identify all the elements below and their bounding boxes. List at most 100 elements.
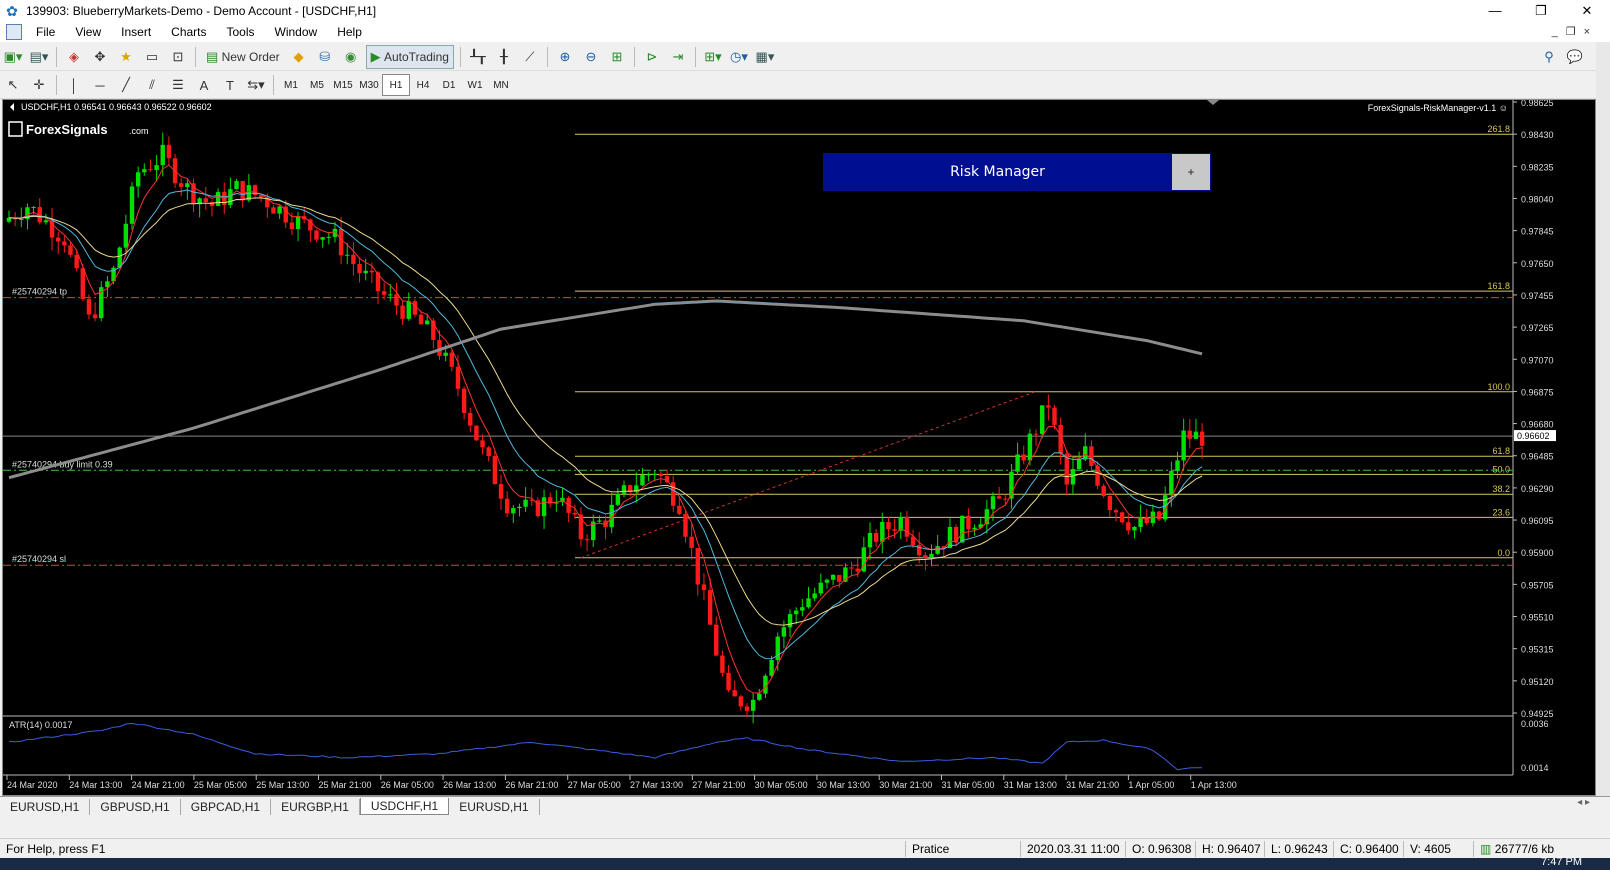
- new-order-button[interactable]: ▤ New Order: [202, 46, 284, 68]
- price-tick-label: 0.95705: [1521, 580, 1554, 590]
- tab-gbpcad-h1[interactable]: GBPCAD,H1: [181, 799, 272, 815]
- tab-gbpusd-h1[interactable]: GBPUSD,H1: [90, 799, 181, 815]
- tab-usdchf-h1[interactable]: USDCHF,H1: [359, 798, 450, 815]
- logo-text: ForexSignals: [26, 122, 108, 137]
- candle-body: [1193, 431, 1199, 439]
- candle-body: [1101, 485, 1106, 497]
- toolbar-separator: [273, 75, 274, 95]
- chart-window[interactable]: 0.98625 0.98430 0.98235 0.98040 0.97845 0.976…: [2, 99, 1596, 796]
- periods-button[interactable]: ◷▾: [728, 46, 750, 68]
- tabs-scroll-arrows[interactable]: ◂ ▸: [1577, 797, 1590, 808]
- risk-manager-panel[interactable]: Risk Manager +: [823, 153, 1211, 191]
- mql5-market-button[interactable]: ⛁: [314, 46, 336, 68]
- arrows-button[interactable]: ⇆▾: [245, 74, 267, 96]
- autotrading-button[interactable]: ▶ AutoTrading: [365, 45, 454, 69]
- tile-icon: ⊞: [611, 49, 623, 64]
- metaeditor-button[interactable]: ◆: [288, 46, 310, 68]
- time-tick-label: 24 Mar 2020: [7, 780, 58, 790]
- tile-windows-button[interactable]: ⊞: [606, 46, 628, 68]
- candle-body: [351, 254, 356, 264]
- market-watch-button[interactable]: ◈: [63, 46, 85, 68]
- price-tick-label: 0.97845: [1521, 227, 1554, 237]
- chart-shift-icon: ⊳: [646, 49, 658, 64]
- chat-button[interactable]: 💬: [1564, 46, 1586, 68]
- zoom-in-button[interactable]: ⊕: [554, 46, 576, 68]
- new-chart-button[interactable]: ▣▾: [2, 46, 24, 68]
- menu-charts[interactable]: Charts: [161, 25, 216, 39]
- data-window-button[interactable]: ✥: [89, 46, 111, 68]
- maximize-button[interactable]: ❐: [1518, 0, 1564, 22]
- order-line-label: #25740294 tp: [12, 287, 67, 297]
- text-tool-button[interactable]: A: [193, 74, 215, 96]
- indicators-button[interactable]: ⊞▾: [702, 46, 724, 68]
- candle-body: [867, 532, 873, 548]
- timeframe-h1[interactable]: H1: [382, 74, 410, 96]
- document-icon[interactable]: [6, 24, 22, 40]
- zoom-out-icon: ⊖: [585, 49, 597, 64]
- candle-body: [714, 624, 719, 656]
- templates-button[interactable]: ▦▾: [754, 46, 776, 68]
- timeframe-mn[interactable]: MN: [488, 75, 514, 95]
- menu-tools[interactable]: Tools: [217, 25, 265, 39]
- chart-canvas[interactable]: 0.98625 0.98430 0.98235 0.98040 0.97845 0.976…: [3, 100, 1595, 795]
- timeframe-m15[interactable]: M15: [330, 75, 356, 95]
- candle-body: [677, 505, 682, 514]
- horizontal-line-button[interactable]: ─: [89, 74, 111, 96]
- candle-body: [658, 473, 664, 477]
- candlestick-button[interactable]: ╂: [493, 46, 515, 68]
- menu-window[interactable]: Window: [265, 25, 328, 39]
- toolbar-separator: [56, 47, 57, 67]
- signals-button[interactable]: ◉: [340, 46, 362, 68]
- navigator-button[interactable]: ★: [115, 46, 137, 68]
- vertical-line-button[interactable]: │: [63, 74, 85, 96]
- profiles-button[interactable]: ▤▾: [28, 46, 50, 68]
- candle-body: [738, 696, 744, 707]
- risk-manager-title[interactable]: Risk Manager: [823, 164, 1172, 180]
- crosshair-tool-button[interactable]: ✛: [28, 74, 50, 96]
- candle-body: [363, 270, 368, 274]
- menu-insert[interactable]: Insert: [111, 25, 161, 39]
- timeframe-d1[interactable]: D1: [436, 75, 462, 95]
- candle-body: [849, 567, 854, 569]
- timeframe-w1[interactable]: W1: [462, 75, 488, 95]
- mdi-close-button[interactable]: ×: [1584, 22, 1590, 42]
- minimize-button[interactable]: —: [1472, 0, 1518, 22]
- text-label-button[interactable]: T: [219, 74, 241, 96]
- chart-shift-button[interactable]: ⊳: [641, 46, 663, 68]
- mdi-minimize-button[interactable]: _: [1552, 22, 1558, 42]
- candle-body: [449, 352, 454, 367]
- candle-body: [474, 425, 479, 441]
- timeframe-m30[interactable]: M30: [356, 75, 382, 95]
- menu-help[interactable]: Help: [327, 25, 372, 39]
- tab-eurusd-h1[interactable]: EURUSD,H1: [0, 799, 91, 815]
- channel-button[interactable]: ⫽: [141, 74, 163, 96]
- toolbar-separator: [195, 47, 196, 67]
- line-chart-button[interactable]: ⟋: [519, 46, 541, 68]
- bar-chart-button[interactable]: ┸┰: [467, 46, 489, 68]
- candle-body: [123, 223, 129, 248]
- price-tick-label: 0.95510: [1521, 613, 1554, 623]
- trendline-button[interactable]: ╱: [115, 74, 137, 96]
- mdi-restore-button[interactable]: ❐: [1566, 22, 1576, 42]
- cursor-tool-button[interactable]: ↖: [2, 74, 24, 96]
- ma-medium-line: [8, 189, 1203, 660]
- search-button[interactable]: ⚲: [1538, 46, 1560, 68]
- candle-body: [43, 220, 49, 223]
- vertical-scrollbar[interactable]: [1596, 42, 1610, 812]
- terminal-button[interactable]: ▭: [141, 46, 163, 68]
- autoscroll-button[interactable]: ⇥: [667, 46, 689, 68]
- close-button[interactable]: ✕: [1564, 0, 1610, 22]
- menu-file[interactable]: File: [26, 25, 65, 39]
- tab-eurusd-h1-2[interactable]: EURUSD,H1: [449, 799, 540, 815]
- tab-eurgbp-h1[interactable]: EURGBP,H1: [271, 799, 360, 815]
- risk-manager-expand-button[interactable]: +: [1172, 154, 1210, 190]
- fibonacci-button[interactable]: ☰: [167, 74, 189, 96]
- strategy-tester-button[interactable]: ⊡: [167, 46, 189, 68]
- zoom-out-button[interactable]: ⊖: [580, 46, 602, 68]
- timeframe-m1[interactable]: M1: [278, 75, 304, 95]
- timeframe-h4[interactable]: H4: [410, 75, 436, 95]
- menu-view[interactable]: View: [65, 25, 111, 39]
- timeframe-m5[interactable]: M5: [304, 75, 330, 95]
- fib-level-label: 50.0: [1492, 464, 1510, 474]
- candle-body: [19, 219, 24, 221]
